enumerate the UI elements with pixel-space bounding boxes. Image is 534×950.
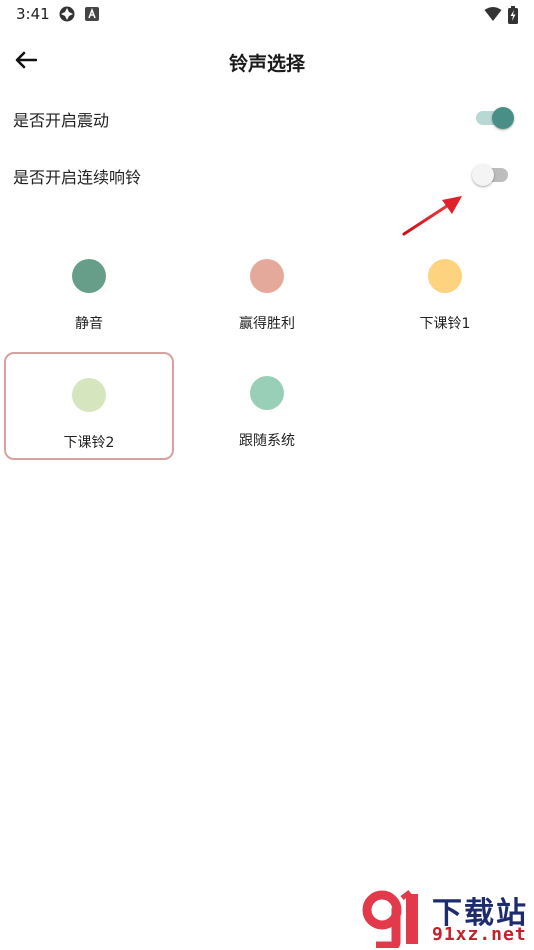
ringtone-color-dot [250, 376, 284, 410]
ringtone-item-bell-1[interactable]: 下课铃1 [360, 235, 530, 343]
ringtone-label: 跟随系统 [239, 433, 295, 449]
page-title: 铃声选择 [228, 53, 305, 75]
ringtone-color-dot [72, 259, 106, 293]
continuous-ring-setting-row: 是否开启连续响铃 [0, 155, 534, 195]
ringtone-label: 下课铃2 [63, 435, 115, 451]
ringtone-item-mute[interactable]: 静音 [4, 235, 174, 343]
ringtone-color-dot [72, 378, 106, 412]
continuous-ring-toggle[interactable] [472, 164, 512, 186]
toggle-thumb [492, 107, 514, 129]
ringtone-color-dot [428, 259, 462, 293]
ringtone-label: 赢得胜利 [239, 316, 295, 332]
site-watermark: 下载站 91xz.net [362, 886, 534, 950]
vibration-setting-label: 是否开启震动 [13, 111, 110, 130]
app-notification-icon [59, 6, 75, 22]
continuous-ring-setting-label: 是否开启连续响铃 [13, 168, 142, 187]
status-time: 3:41 [16, 5, 50, 23]
ringtone-item-win[interactable]: 赢得胜利 [182, 235, 352, 343]
wifi-icon [484, 6, 502, 22]
ringtone-item-bell-2[interactable]: 下课铃2 [4, 352, 174, 460]
ringtone-label: 下课铃1 [419, 316, 471, 332]
ringtone-item-follow-system[interactable]: 跟随系统 [182, 352, 352, 460]
a-letter-icon [84, 6, 100, 22]
watermark-site: 91xz.net [432, 924, 527, 945]
ringtone-color-dot [250, 259, 284, 293]
app-bar: 铃声选择 [0, 36, 534, 86]
toggle-thumb [472, 164, 494, 186]
battery-charging-icon [508, 6, 524, 24]
vibration-setting-row: 是否开启震动 [0, 98, 534, 138]
watermark-logo-icon [362, 890, 418, 948]
ringtone-label: 静音 [75, 316, 103, 332]
vibration-toggle[interactable] [472, 107, 514, 129]
status-bar: 3:41 [0, 0, 534, 28]
